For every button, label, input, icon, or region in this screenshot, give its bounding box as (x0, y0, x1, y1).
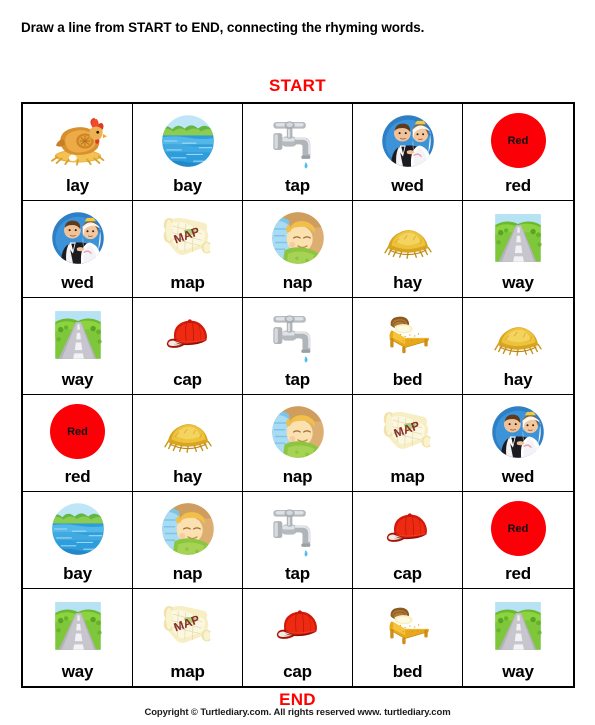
road-icon (23, 298, 132, 371)
cell-word-label: nap (172, 564, 203, 583)
map-scroll-icon: MAP (353, 395, 462, 468)
grid-cell-r2c3[interactable]: nap (243, 201, 353, 298)
road-icon (463, 201, 573, 274)
faucet-icon (243, 298, 352, 371)
baseball-cap-icon (133, 298, 242, 371)
cell-word-label: hay (393, 273, 422, 292)
map-scroll-icon: MAP (133, 589, 242, 663)
grid-cell-r1c5[interactable]: Red red (463, 104, 573, 201)
grid-cell-r5c4[interactable]: cap (353, 492, 463, 589)
grid-cell-r2c1[interactable]: wed (23, 201, 133, 298)
cell-word-label: wed (391, 176, 424, 195)
cell-word-label: wed (61, 273, 94, 292)
grid-cell-r5c2[interactable]: nap (133, 492, 243, 589)
cell-word-label: red (64, 467, 91, 486)
grid-cell-r5c3[interactable]: tap (243, 492, 353, 589)
cell-word-label: map (170, 662, 205, 681)
cell-word-label: map (390, 467, 425, 486)
cell-word-label: cap (173, 370, 202, 389)
copyright-text: Copyright © Turtlediary.com. All rights … (144, 707, 451, 718)
cell-word-label: red (505, 564, 531, 583)
wedding-couple-icon (353, 104, 462, 177)
grid-cell-r6c3[interactable]: cap (243, 589, 353, 686)
red-circle-icon: Red (23, 395, 132, 468)
baseball-cap-icon (243, 589, 352, 663)
sleeping-child-icon (243, 201, 352, 274)
grid-cell-r6c5[interactable]: way (463, 589, 573, 686)
grid-cell-r3c1[interactable]: way (23, 298, 133, 395)
grid-cell-r3c2[interactable]: cap (133, 298, 243, 395)
grid-cell-r6c4[interactable]: bed (353, 589, 463, 686)
grid-cell-r3c5[interactable]: hay (463, 298, 573, 395)
grid-cell-r1c4[interactable]: wed (353, 104, 463, 201)
instruction-text: Draw a line from START to END, connectin… (21, 20, 425, 35)
faucet-icon (243, 104, 352, 177)
grid-cell-r2c2[interactable]: MAP map (133, 201, 243, 298)
grid-cell-r4c3[interactable]: nap (243, 395, 353, 492)
grid-cell-r1c1[interactable]: lay (23, 104, 133, 201)
cell-word-label: tap (285, 370, 310, 389)
grid-cell-r6c2[interactable]: MAP map (133, 589, 243, 686)
cell-word-label: way (61, 370, 94, 389)
cell-word-label: cap (283, 662, 312, 681)
cell-word-label: bed (392, 370, 423, 389)
red-circle-shape: Red (50, 404, 105, 459)
grid-cell-r4c4[interactable]: MAP map (353, 395, 463, 492)
cell-word-label: bay (173, 176, 202, 195)
road-icon (463, 589, 573, 663)
red-circle-icon: Red (463, 104, 573, 177)
faucet-icon (243, 492, 352, 565)
red-circle-icon: Red (463, 492, 573, 565)
start-label: START (269, 76, 326, 95)
cell-word-label: tap (285, 176, 310, 195)
grid-cell-r4c5[interactable]: wed (463, 395, 573, 492)
cell-word-label: hay (503, 370, 533, 389)
cell-word-label: hay (173, 467, 202, 486)
cell-word-label: bay (63, 564, 92, 583)
red-circle-shape: Red (490, 501, 546, 556)
map-scroll-icon: MAP (133, 201, 242, 274)
cell-word-label: map (170, 273, 205, 292)
sleeping-child-icon (133, 492, 242, 565)
haystack-icon (353, 201, 462, 274)
grid-cell-r5c1[interactable]: bay (23, 492, 133, 589)
road-icon (23, 589, 132, 663)
baseball-cap-icon (353, 492, 462, 565)
grid-cell-r2c5[interactable]: way (463, 201, 573, 298)
grid-cell-r3c3[interactable]: tap (243, 298, 353, 395)
bed-icon (353, 589, 462, 663)
red-circle-shape: Red (490, 113, 546, 168)
cell-word-label: way (502, 662, 534, 681)
cell-word-label: nap (282, 467, 313, 486)
hen-on-nest-icon (23, 104, 132, 177)
grid-cell-r2c4[interactable]: hay (353, 201, 463, 298)
grid-cell-r1c2[interactable]: bay (133, 104, 243, 201)
haystack-icon (133, 395, 242, 468)
cell-word-label: lay (65, 176, 90, 195)
grid-cell-r4c1[interactable]: Red red (23, 395, 133, 492)
haystack-icon (463, 298, 573, 371)
cell-word-label: nap (282, 273, 313, 292)
grid-cell-r4c2[interactable]: hay (133, 395, 243, 492)
cell-word-label: cap (393, 564, 422, 583)
cell-word-label: wed (501, 467, 535, 486)
grid-cell-r5c5[interactable]: Red red (463, 492, 573, 589)
wedding-couple-icon (463, 395, 573, 468)
bed-icon (353, 298, 462, 371)
wedding-couple-icon (23, 201, 132, 274)
cell-word-label: way (61, 662, 94, 681)
sleeping-child-icon (243, 395, 352, 468)
grid-cell-r3c4[interactable]: bed (353, 298, 463, 395)
bay-water-icon (23, 492, 132, 565)
cell-word-label: red (505, 176, 531, 195)
cell-word-label: bed (392, 662, 423, 681)
cell-word-label: tap (285, 564, 310, 583)
cell-word-label: way (502, 273, 534, 292)
grid-cell-r1c3[interactable]: tap (243, 104, 353, 201)
grid-cell-r6c1[interactable]: way (23, 589, 133, 686)
rhyming-words-grid: lay bay tap wed Red red wed MAP map nap hay way way c… (21, 102, 575, 688)
bay-water-icon (133, 104, 242, 177)
